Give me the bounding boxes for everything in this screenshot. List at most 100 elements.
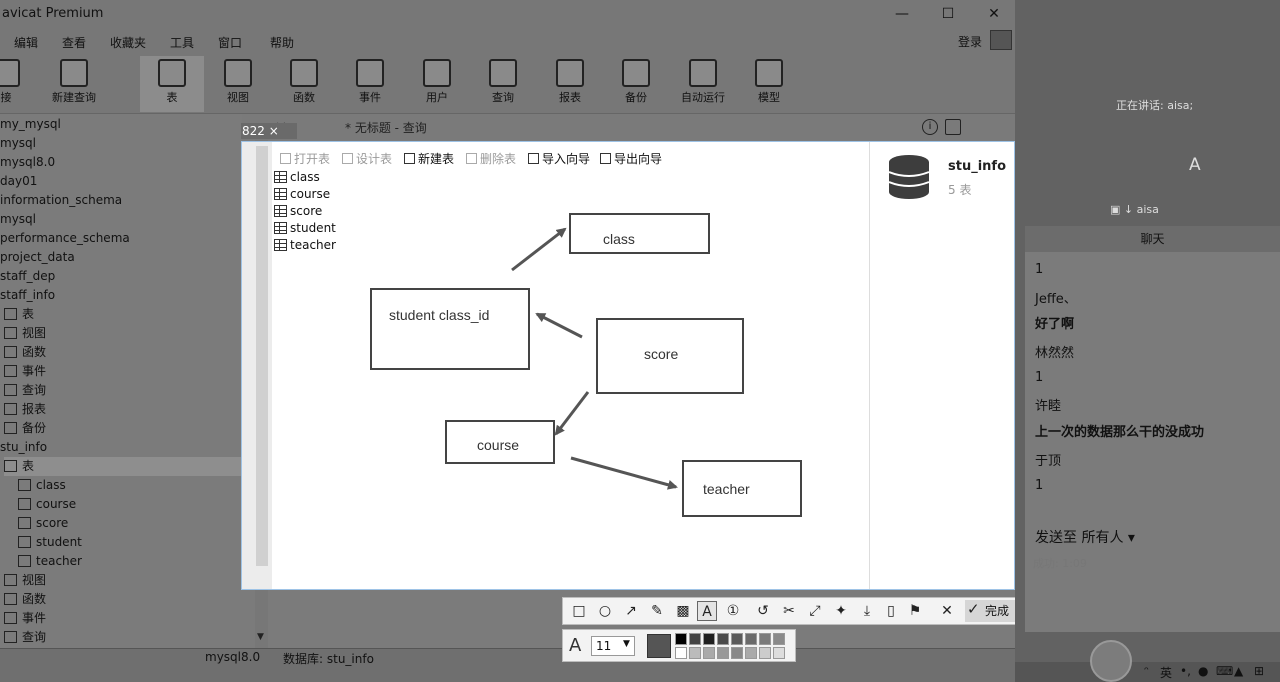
menu-window[interactable]: 窗口 [218, 34, 242, 51]
shirt-icon[interactable]: ▲ [1234, 664, 1243, 678]
chevron-down-icon[interactable]: ▼ [623, 639, 630, 649]
microphone-icon[interactable]: ● [1198, 664, 1208, 678]
sidebar-item-reports[interactable]: 报表 [4, 400, 46, 419]
user-button[interactable]: 用户 [405, 56, 469, 112]
current-color-swatch[interactable] [647, 634, 671, 658]
color-swatch[interactable] [717, 633, 729, 645]
ellipse-tool-icon[interactable]: ○ [595, 601, 615, 621]
sidebar-item-functions[interactable]: 函数 [4, 590, 46, 609]
tray-punctuation-icon[interactable]: •, [1180, 664, 1191, 678]
close-icon[interactable]: ✕ [937, 601, 957, 621]
tray-lang[interactable]: 英 [1160, 664, 1172, 681]
connect-button[interactable]: 接 [0, 56, 38, 112]
sidebar-item-project-data[interactable]: project_data [0, 248, 75, 267]
sidebar-item-stu-info[interactable]: stu_info [0, 438, 47, 457]
sidebar-item-backups[interactable]: 备份 [4, 419, 46, 438]
color-swatch[interactable] [703, 633, 715, 645]
view-button[interactable]: 视图 [206, 56, 270, 112]
model-button[interactable]: 模型 [737, 56, 801, 112]
automation-button[interactable]: 自动运行 [671, 56, 735, 112]
table-item-student[interactable]: student [274, 221, 336, 235]
info-icon[interactable]: i [922, 119, 938, 135]
color-swatch[interactable] [731, 647, 743, 659]
sidebar-item-student[interactable]: student [18, 533, 82, 552]
mosaic-tool-icon[interactable]: ▩ [673, 601, 693, 621]
expand-icon[interactable]: ⤢ [805, 601, 825, 621]
sidebar-item-score[interactable]: score [18, 514, 68, 533]
rectangle-tool-icon[interactable]: □ [569, 601, 589, 621]
color-swatch[interactable] [689, 647, 701, 659]
number-tool-icon[interactable]: ① [723, 601, 743, 621]
sidebar-item-performance-schema[interactable]: performance_schema [0, 229, 130, 248]
tray-ime-icon[interactable]: ᵔ [1144, 664, 1149, 678]
table-item-score[interactable]: score [274, 204, 322, 218]
tab-query[interactable]: * 无标题 - 查询 [345, 119, 427, 136]
color-swatch[interactable] [745, 647, 757, 659]
pen-tool-icon[interactable]: ✎ [647, 601, 667, 621]
report-button[interactable]: 报表 [538, 56, 602, 112]
sidebar-item-queries[interactable]: 查询 [4, 381, 46, 400]
color-swatch[interactable] [773, 647, 785, 659]
grid-icon[interactable]: ⊞ [1254, 664, 1264, 678]
color-swatch[interactable] [717, 647, 729, 659]
menu-view[interactable]: 查看 [62, 34, 86, 51]
table-item-class[interactable]: class [274, 170, 320, 184]
sidebar-item-tables[interactable]: 表 [4, 305, 34, 324]
color-swatch[interactable] [675, 633, 687, 645]
sidebar-item-class[interactable]: class [18, 476, 66, 495]
backup-button[interactable]: 备份 [604, 56, 668, 112]
color-swatch[interactable] [759, 633, 771, 645]
sidebar-item-functions[interactable]: 函数 [4, 343, 46, 362]
keyboard-icon[interactable]: ⌨ [1216, 664, 1233, 678]
export-wizard-button[interactable]: 导出向导 [600, 150, 662, 167]
sidebar-item-teacher[interactable]: teacher [18, 552, 82, 571]
avatar[interactable] [990, 30, 1012, 50]
bookmark-icon[interactable]: ⚑ [905, 601, 925, 621]
table-item-teacher[interactable]: teacher [274, 238, 336, 252]
close-icon[interactable]: ✕ [984, 4, 1004, 24]
sidebar-item-views[interactable]: 视图 [4, 571, 46, 590]
sidebar-item-mysql-db[interactable]: mysql [0, 210, 36, 229]
sidebar-item-views[interactable]: 视图 [4, 324, 46, 343]
color-swatch[interactable] [731, 633, 743, 645]
sidebar-item-staff-dep[interactable]: staff_dep [0, 267, 55, 286]
color-swatch[interactable] [745, 633, 757, 645]
scroll-down-icon[interactable]: ▼ [257, 632, 264, 642]
sidebar-item-mysql[interactable]: mysql [0, 134, 36, 153]
phone-icon[interactable]: ▯ [881, 601, 901, 621]
menu-edit[interactable]: 编辑 [14, 34, 38, 51]
open-table-button[interactable]: 打开表 [280, 150, 330, 167]
login-link[interactable]: 登录 [958, 33, 982, 50]
new-table-button[interactable]: 新建表 [404, 150, 454, 167]
menu-tools[interactable]: 工具 [170, 34, 194, 51]
color-swatch[interactable] [689, 633, 701, 645]
event-button[interactable]: 事件 [338, 56, 402, 112]
send-to-selector[interactable]: 发送至 所有人 ▾ [1035, 527, 1135, 547]
color-swatch[interactable] [773, 633, 785, 645]
sidebar-item-information-schema[interactable]: information_schema [0, 191, 122, 210]
undo-icon[interactable]: ↺ [753, 601, 773, 621]
design-table-button[interactable]: 设计表 [342, 150, 392, 167]
new-query-button[interactable]: 新建查询 [42, 56, 106, 112]
delete-table-button[interactable]: 删除表 [466, 150, 516, 167]
sidebar-item-events[interactable]: 事件 [4, 609, 46, 628]
color-swatch[interactable] [703, 647, 715, 659]
download-icon[interactable]: ⤓ [857, 601, 877, 621]
sidebar-item-day01[interactable]: day01 [0, 172, 37, 191]
sidebar-item-events[interactable]: 事件 [4, 362, 46, 381]
arrow-tool-icon[interactable]: ↗ [621, 601, 641, 621]
scrollbar-track[interactable] [256, 146, 268, 566]
table-item-course[interactable]: course [274, 187, 330, 201]
maximize-icon[interactable]: ☐ [938, 4, 958, 24]
sidebar-item-staff-info[interactable]: staff_info [0, 286, 55, 305]
scissors-icon[interactable]: ✂ [779, 601, 799, 621]
pin-icon[interactable]: ✦ [831, 601, 851, 621]
sidebar-item-course[interactable]: course [18, 495, 76, 514]
sidebar-item-my-mysql[interactable]: my_mysql [0, 115, 61, 134]
menu-help[interactable]: 帮助 [270, 34, 294, 51]
color-swatch[interactable] [675, 647, 687, 659]
capture-region[interactable]: 打开表 设计表 新建表 删除表 导入向导 导出向导 class course s… [241, 141, 1015, 590]
import-wizard-button[interactable]: 导入向导 [528, 150, 590, 167]
sidebar-item-queries[interactable]: 查询 [4, 628, 46, 647]
floating-avatar[interactable] [1090, 640, 1132, 682]
